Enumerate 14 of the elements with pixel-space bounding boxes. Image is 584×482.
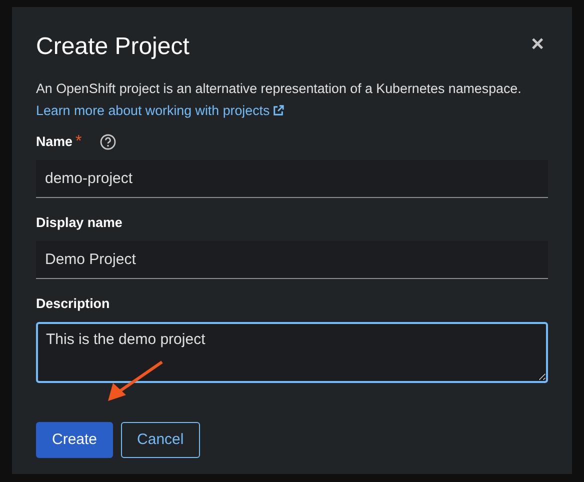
field-label: Display name <box>36 214 122 232</box>
field-label: Description <box>36 294 110 313</box>
cancel-button[interactable]: Cancel <box>121 422 200 458</box>
description-text: An OpenShift project is an alternative representation of a Kubernetes namespace. <box>36 80 522 98</box>
dialog-title: Create Project <box>36 33 190 62</box>
required-mark: * <box>75 132 82 151</box>
field-label: Name <box>36 132 72 151</box>
description-field[interactable]: This is the demo project <box>36 322 548 383</box>
text-field[interactable]: demo-project <box>36 160 548 198</box>
help-icon[interactable] <box>100 134 116 150</box>
learn-more-link[interactable]: Learn more about working with projects <box>36 100 284 121</box>
close-button[interactable]: × <box>527 33 548 55</box>
text-field[interactable]: Demo Project <box>36 240 548 279</box>
create-button[interactable]: Create <box>36 422 114 458</box>
